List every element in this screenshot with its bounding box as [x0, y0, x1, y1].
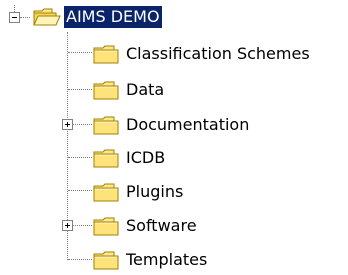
tree-node-label: ICDB	[126, 148, 166, 167]
tree-node-label: Software	[126, 216, 197, 235]
folder-icon	[92, 181, 122, 203]
tree-node-icdb[interactable]: ICDB	[92, 145, 167, 171]
open-folder-icon	[32, 6, 62, 28]
tree-node-data[interactable]: Data	[92, 77, 166, 103]
folder-icon	[92, 114, 122, 136]
tree-node-documentation[interactable]: Documentation	[92, 112, 251, 138]
expand-toggle[interactable]	[62, 220, 73, 231]
tree-node-plugins[interactable]: Plugins	[92, 179, 185, 205]
tree-line-branch	[68, 52, 92, 53]
folder-icon	[92, 43, 122, 65]
tree-node-label: AIMS DEMO	[64, 6, 162, 28]
tree-line-branch	[68, 157, 92, 158]
tree-node-aims-demo[interactable]: AIMS DEMO	[32, 4, 162, 30]
tree-node-label: Plugins	[126, 182, 184, 201]
tree-line-branch	[73, 124, 92, 125]
tree-node-label: Templates	[126, 250, 208, 269]
expand-toggle[interactable]	[62, 119, 73, 130]
folder-icon	[92, 147, 122, 169]
tree-node-label: Documentation	[126, 115, 250, 134]
folder-icon	[92, 79, 122, 101]
tree-node-classification-schemes[interactable]: Classification Schemes	[92, 41, 312, 67]
tree-line-branch	[68, 89, 92, 90]
tree-node-label: Data	[126, 80, 165, 99]
collapse-toggle[interactable]	[9, 12, 20, 23]
folder-icon	[92, 249, 122, 271]
tree-node-label: Classification Schemes	[126, 44, 310, 63]
folder-icon	[92, 215, 122, 237]
tree-line-root-branch	[20, 17, 30, 18]
tree-line-branch	[68, 190, 92, 191]
tree-line-branch	[73, 225, 92, 226]
tree-node-templates[interactable]: Templates	[92, 247, 209, 273]
tree-node-software[interactable]: Software	[92, 213, 199, 239]
tree-line-branch	[68, 259, 92, 260]
folder-tree: AIMS DEMO Classification Schemes Data Do…	[0, 0, 348, 275]
